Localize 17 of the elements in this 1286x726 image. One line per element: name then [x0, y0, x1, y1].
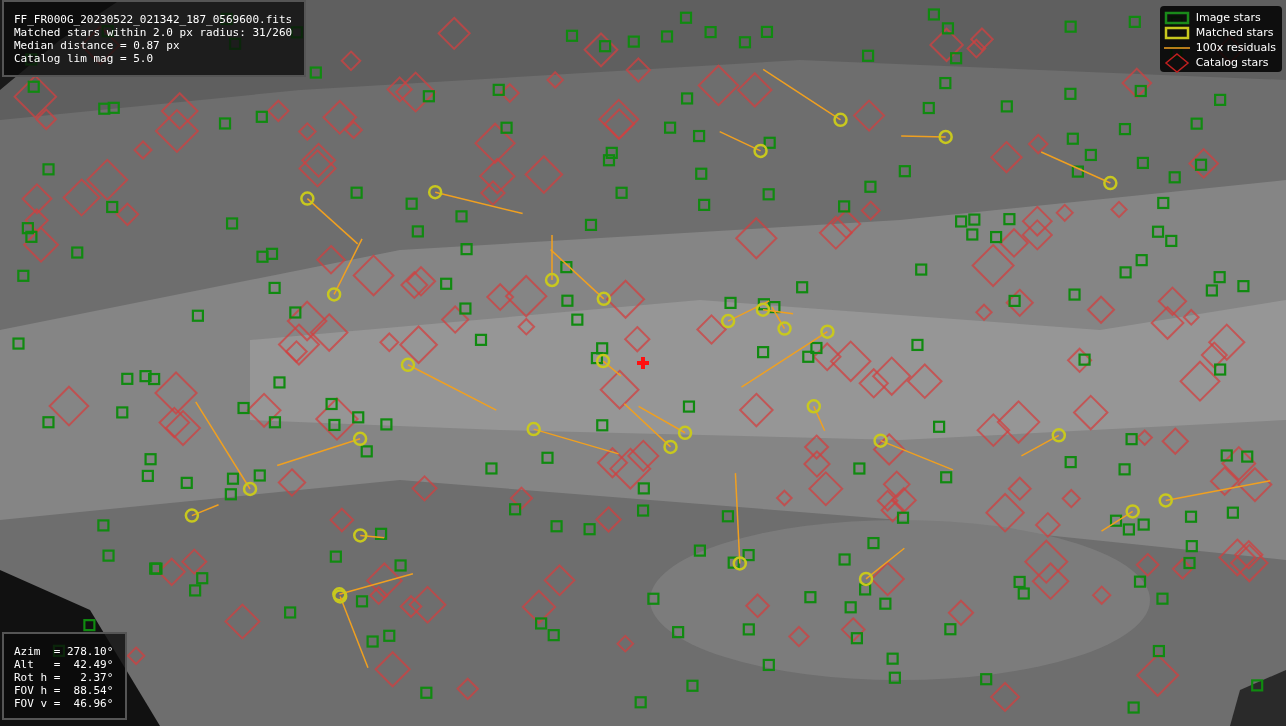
- legend-symbol-icon: [1163, 25, 1190, 40]
- info-text: Median distance = 0.87 px: [14, 39, 181, 52]
- info-text: Catalog lim mag = 5.0: [14, 52, 155, 65]
- legend-label: 100x residuals: [1195, 41, 1276, 54]
- info-text: Rot h = 2.37°: [14, 671, 114, 684]
- legend-symbol-icon: [1163, 10, 1190, 25]
- info-text: FOV h = 88.54°: [14, 684, 114, 697]
- legend-symbol-icon: [1163, 46, 1190, 49]
- info-text: Matched stars within 2.0 px radius: 31/260: [14, 26, 293, 39]
- info-text: FF_FR000G_20230522_021342_187_0569600.fits: [14, 13, 293, 26]
- info-text: Alt = 42.49°: [14, 658, 114, 671]
- info-text: FOV v = 46.96°: [14, 697, 114, 710]
- legend-symbol-icon: [1163, 52, 1190, 73]
- legend-label: Image stars: [1195, 11, 1261, 24]
- legend-label: Matched stars: [1195, 26, 1274, 39]
- legend-label: Catalog stars: [1195, 56, 1269, 69]
- info-text: Azim = 278.10°: [14, 645, 114, 658]
